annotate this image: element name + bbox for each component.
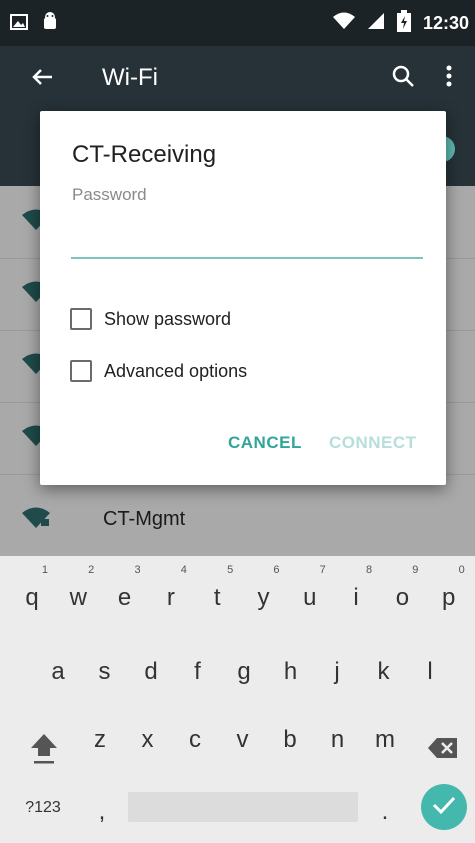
wifi-password-dialog: CT-Receiving Password Show password Adva… [40,111,446,485]
more-vert-icon[interactable] [445,64,453,93]
key-u[interactable]: 7u [290,564,330,622]
app-bar: Wi-Fi [0,46,475,116]
key-y[interactable]: 6y [244,564,284,622]
check-icon [432,795,456,820]
symbols-key[interactable]: ?123 [18,784,68,832]
key-label: r [166,584,175,611]
key-h[interactable]: h [271,648,311,696]
key-x[interactable]: x [128,716,168,764]
wifi-lock-icon [22,506,50,533]
page-title: Wi-Fi [102,64,158,91]
key-p[interactable]: 0p [429,564,469,622]
show-password-checkbox[interactable]: Show password [70,308,231,330]
key-v[interactable]: v [223,716,263,764]
key-t[interactable]: 5t [197,564,237,622]
key-n[interactable]: n [318,716,358,764]
key-q[interactable]: 1q [12,564,52,622]
connect-button[interactable]: CONNECT [329,433,417,453]
key-hint: 4 [180,564,187,576]
key-k[interactable]: k [364,648,404,696]
key-label: q [25,584,39,611]
search-icon[interactable] [391,64,415,93]
key-s[interactable]: s [85,648,125,696]
key-c[interactable]: c [175,716,215,764]
key-hint: 8 [365,564,373,576]
image-icon [10,14,28,35]
key-hint: 6 [273,564,280,576]
key-label: t [213,584,221,611]
period-key[interactable]: . [365,788,405,836]
key-l[interactable]: l [410,648,450,696]
key-hint: 0 [458,564,465,576]
dialog-title: CT-Receiving [72,141,217,168]
key-label: i [353,584,359,611]
status-time: 12:30 [422,13,469,33]
key-e[interactable]: 3e [105,564,145,622]
key-hint: 2 [88,564,95,576]
key-d[interactable]: d [131,648,171,696]
key-g[interactable]: g [224,648,264,696]
key-o[interactable]: 9o [382,564,422,622]
shift-icon[interactable] [24,724,64,772]
list-item[interactable]: CT-Mgmt [0,484,475,556]
show-password-label: Show password [104,308,232,329]
signal-icon [367,12,385,35]
key-j[interactable]: j [317,648,357,696]
soft-keyboard: 1q2w3e4r5t6y7u8i9o0p asdfghjkl zxcvbnm ?… [0,556,475,843]
key-m[interactable]: m [365,716,405,764]
key-hint: 1 [41,564,48,576]
advanced-options-label: Advanced options [104,360,248,381]
battery-icon [396,10,411,37]
android-icon [42,12,58,37]
key-hint: 7 [319,564,326,576]
key-label: y [257,584,270,611]
key-label: u [303,584,317,611]
key-hint: 5 [227,564,234,576]
key-z[interactable]: z [80,716,120,764]
password-input[interactable] [71,219,423,259]
key-a[interactable]: a [38,648,78,696]
cancel-button[interactable]: CANCEL [228,433,302,453]
key-label: e [117,584,132,611]
wifi-icon [332,12,355,35]
checkbox-box[interactable] [70,308,92,330]
password-label: Password [72,185,147,204]
back-arrow-icon[interactable] [30,66,54,95]
advanced-options-checkbox[interactable]: Advanced options [70,360,247,382]
enter-button[interactable] [421,784,467,830]
comma-key[interactable]: , [82,788,122,836]
key-label: w [69,584,87,611]
space-bar[interactable] [128,792,358,822]
key-hint: 9 [412,564,419,576]
key-w[interactable]: 2w [58,564,98,622]
key-r[interactable]: 4r [151,564,191,622]
key-f[interactable]: f [178,648,218,696]
key-label: o [395,584,410,611]
backspace-icon[interactable] [418,724,468,772]
status-bar: 12:30 [0,0,475,46]
checkbox-box[interactable] [70,360,92,382]
key-b[interactable]: b [270,716,310,764]
key-label: p [442,584,456,611]
key-i[interactable]: 8i [336,564,376,622]
network-name: CT-Mgmt [103,508,186,530]
key-hint: 3 [134,564,141,576]
